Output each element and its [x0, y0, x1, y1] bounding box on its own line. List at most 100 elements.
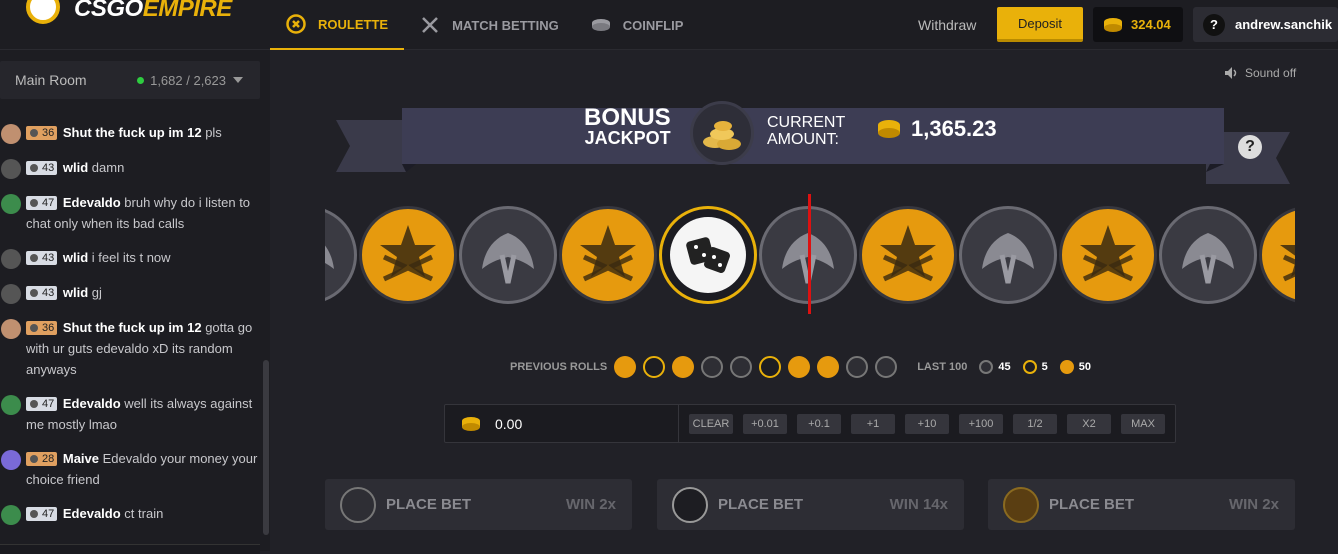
- ct-roll-icon: [730, 356, 753, 378]
- nav-match-betting[interactable]: MATCH BETTING: [404, 0, 575, 50]
- bet-modifier-button[interactable]: +0.01: [743, 413, 787, 434]
- bonus-tile: [659, 206, 757, 304]
- bonus-roll-icon: [643, 356, 666, 378]
- bet-amount-input[interactable]: 0.00: [445, 405, 679, 442]
- t-roll-icon: [788, 356, 811, 378]
- chevron-down-icon: [233, 77, 243, 83]
- jackpot-amount-value: 1,365.23: [911, 116, 997, 141]
- chat-message: 43 wlid i feel its t now: [0, 247, 262, 269]
- crossed-swords-icon: [420, 15, 440, 35]
- place-bet-t-button[interactable]: PLACE BET WIN 2x: [988, 479, 1295, 530]
- sound-toggle[interactable]: Sound off: [1224, 66, 1296, 80]
- avatar[interactable]: [1, 319, 21, 339]
- avatar[interactable]: [1, 395, 21, 415]
- t-tile: [859, 206, 957, 304]
- chat-username[interactable]: Edevaldo: [63, 506, 121, 521]
- ct-roll-icon: [846, 356, 869, 378]
- t-roll-icon: [672, 356, 695, 378]
- chat-message: 43 wlid damn: [0, 157, 262, 179]
- jackpot-title: JACKPOT: [584, 128, 671, 148]
- nav-roulette[interactable]: ROULETTE: [270, 0, 405, 50]
- balance-value: 324.04: [1131, 17, 1171, 32]
- nav-coinflip[interactable]: COINFLIP: [575, 0, 700, 50]
- logo[interactable]: CSGOEMPIRE: [26, 0, 232, 26]
- t-icon: [1003, 486, 1039, 523]
- chat-message: 28 Maive Edevaldo your money your choice…: [0, 448, 262, 490]
- ct-roll-icon: [875, 356, 898, 378]
- place-bet-ct-button[interactable]: PLACE BET WIN 2x: [325, 479, 632, 530]
- bonus-roll-icon: [759, 356, 782, 378]
- previous-rolls-list: [607, 356, 898, 378]
- bonus-jackpot-title: BONUS JACKPOT: [584, 106, 671, 149]
- chat-scrollbar[interactable]: [263, 360, 269, 535]
- win-multiplier: WIN 14x: [889, 496, 948, 513]
- place-bet-bonus-button[interactable]: PLACE BET WIN 14x: [657, 479, 964, 530]
- avatar[interactable]: [1, 249, 21, 269]
- withdraw-link[interactable]: Withdraw: [918, 17, 976, 33]
- chat-input[interactable]: [0, 544, 260, 554]
- roulette-icon: [286, 14, 306, 34]
- help-icon[interactable]: ?: [1238, 135, 1262, 159]
- deposit-button[interactable]: Deposit: [997, 7, 1083, 42]
- level-badge: 47: [26, 397, 58, 411]
- ct-icon: [340, 486, 376, 523]
- user-menu[interactable]: ? andrew.sanchik: [1193, 7, 1338, 42]
- avatar[interactable]: [1, 159, 21, 179]
- bet-modifier-button[interactable]: +100: [959, 413, 1003, 434]
- avatar[interactable]: [1, 194, 21, 214]
- avatar[interactable]: [1, 284, 21, 304]
- bet-modifier-button[interactable]: MAX: [1121, 413, 1165, 434]
- chat-username[interactable]: wlid: [63, 250, 88, 265]
- chat-message: 47 Edevaldo bruh why do i listen to chat…: [0, 192, 262, 234]
- chat-username[interactable]: Edevaldo: [63, 195, 121, 210]
- avatar[interactable]: [1, 505, 21, 525]
- bet-modifier-button[interactable]: 1/2: [1013, 413, 1057, 434]
- level-badge: 36: [26, 321, 58, 335]
- bet-modifier-buttons: CLEAR +0.01 +0.1 +1 +10 +100 1/2 X2 MAX: [679, 413, 1165, 434]
- bet-modifier-button[interactable]: +10: [905, 413, 949, 434]
- bet-modifier-button[interactable]: +1: [851, 413, 895, 434]
- chat-message: 36 Shut the fuck up im 12 gotta go with …: [0, 317, 262, 380]
- online-dot-icon: [137, 76, 145, 84]
- place-bet-label: PLACE BET: [386, 496, 472, 513]
- coin-pile-icon: [690, 101, 754, 165]
- t-tile: [359, 206, 457, 304]
- room-selector[interactable]: Main Room 1,682 / 2,623: [0, 61, 260, 99]
- chat-text: i feel its t now: [91, 250, 171, 265]
- avatar[interactable]: [1, 450, 21, 470]
- speaker-icon: [1225, 67, 1237, 79]
- chat-message: 47 Edevaldo ct train: [0, 503, 262, 525]
- dice-icon: [1022, 360, 1037, 374]
- bet-modifier-button[interactable]: X2: [1067, 413, 1111, 434]
- level-badge: 47: [26, 507, 58, 521]
- online-count-text: 1,682 / 2,623: [150, 72, 226, 88]
- chat-username[interactable]: wlid: [63, 285, 88, 300]
- amount-label: AMOUNT:: [767, 131, 839, 148]
- balance-display: 324.04: [1093, 7, 1183, 42]
- previous-rolls: PREVIOUS ROLLS LAST 100 45 5 50: [510, 356, 1103, 378]
- t-tile: [559, 206, 657, 304]
- chat-text: ct train: [124, 506, 164, 521]
- current-amount-label: CURRENT AMOUNT:: [767, 114, 845, 148]
- chat-username[interactable]: Shut the fuck up im 12: [63, 125, 202, 140]
- help-icon[interactable]: ?: [1203, 13, 1225, 36]
- ct-tile: [325, 206, 357, 304]
- coin-stack-icon: [462, 416, 480, 431]
- chat-text: Edevaldo your money your choice friend: [26, 451, 258, 487]
- nav-match-betting-label: MATCH BETTING: [452, 17, 559, 33]
- chat-username[interactable]: Edevaldo: [63, 396, 121, 411]
- username: andrew.sanchik: [1235, 17, 1333, 32]
- chat-message: 36 Shut the fuck up im 12 pls: [0, 122, 262, 144]
- bet-modifier-button[interactable]: CLEAR: [689, 413, 733, 434]
- last-ct-count: 45: [998, 361, 1011, 373]
- nav-coinflip-label: COINFLIP: [622, 17, 684, 33]
- avatar[interactable]: [1, 124, 21, 144]
- last-t-count: 50: [1078, 361, 1091, 373]
- bet-modifier-button[interactable]: +0.1: [797, 413, 841, 434]
- chat-username[interactable]: wlid: [63, 160, 88, 175]
- main-nav: ROULETTE MATCH BETTING COINFLIP: [270, 0, 699, 50]
- chat-username[interactable]: Shut the fuck up im 12: [63, 320, 202, 335]
- nav-roulette-label: ROULETTE: [318, 16, 389, 32]
- chat-username[interactable]: Maive: [63, 451, 99, 466]
- t-roll-icon: [817, 356, 840, 378]
